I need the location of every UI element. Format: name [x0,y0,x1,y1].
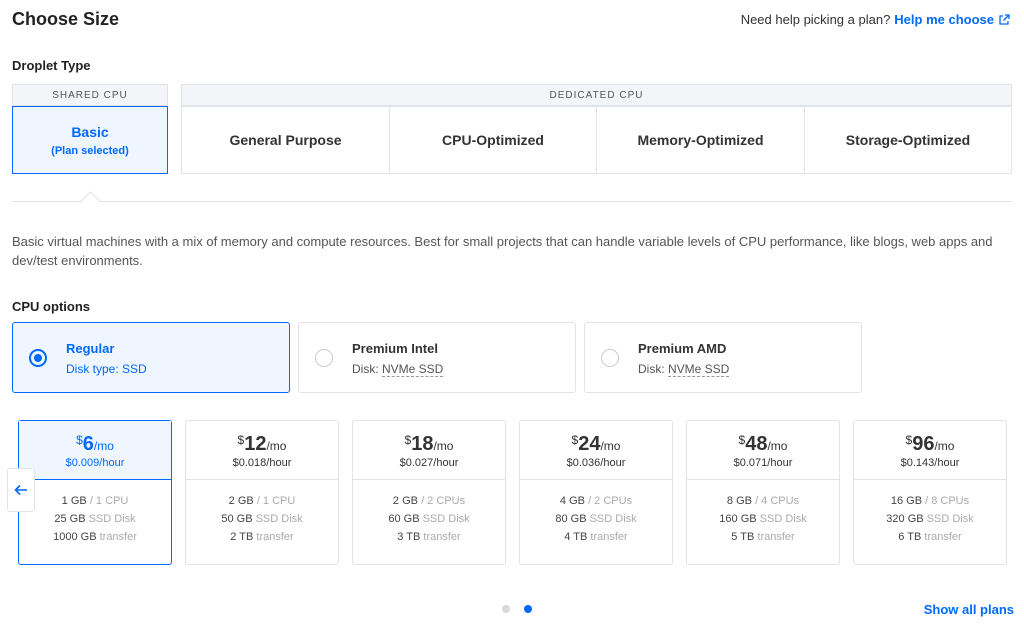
plan-memory-cpu: 2 GB / 1 CPU [228,495,296,507]
plan-transfer: 1000 GB transfer [53,531,137,543]
divider [12,201,1012,202]
help-prompt: Need help picking a plan? [740,12,891,27]
plan-transfer: 6 TB transfer [898,531,962,543]
cpu-option-name: Regular [66,341,115,356]
help-section: Need help picking a plan? Help me choose [741,12,1010,27]
plan-disk: 160 GB SSD Disk [719,513,807,525]
cpu-option-premium-intel[interactable]: Premium Intel Disk: NVMe SSD [298,322,576,393]
cpu-option-disk: Disk: NVMe SSD [638,362,730,377]
plan-card[interactable]: $12/mo $0.018/hour 2 GB / 1 CPU 50 GB SSD D… [185,420,339,565]
external-link-icon [999,14,1010,25]
cpu-option-regular[interactable]: Regular Disk type: SSD [12,322,290,393]
plan-hourly-price: $0.009/hour [65,457,125,469]
plan-card[interactable]: $96/mo $0.143/hour 16 GB / 8 CPUs 320 GB SS… [853,420,1007,565]
radio-selected-icon[interactable] [29,349,47,367]
plan-disk: 320 GB SSD Disk [886,513,974,525]
plan-memory-cpu: 8 GB / 4 CPUs [726,495,800,507]
plan-specs: 4 GB / 2 CPUs 80 GB SSD Disk 4 TB transfer [520,480,672,546]
plan-specs: 16 GB / 8 CPUs 320 GB SSD Disk 6 TB transf… [854,480,1006,546]
plan-hourly-price: $0.143/hour [900,457,960,469]
plan-memory-cpu: 1 GB / 1 CPU [61,495,129,507]
plan-specs: 8 GB / 4 CPUs 160 GB SSD Disk 5 TB transfe… [687,480,839,546]
plan-monthly-price: $96/mo [905,433,955,455]
plan-price-section: $24/mo $0.036/hour [520,421,672,480]
plan-disk: 60 GB SSD Disk [388,513,470,525]
cpu-options-label: CPU options [12,299,90,314]
page-title: Choose Size [12,9,120,29]
plan-card[interactable]: $18/mo $0.027/hour 2 GB / 2 CPUs 60 GB SSD … [352,420,506,565]
cpu-option-disk: Disk: NVMe SSD [352,362,444,377]
plan-specs: 2 GB / 1 CPU 50 GB SSD Disk 2 TB transfer [186,480,338,546]
plan-price-section: $12/mo $0.018/hour [186,421,338,480]
plan-disk: 80 GB SSD Disk [555,513,637,525]
tab-basic[interactable]: Basic (Plan selected) [12,106,168,174]
previous-plans-button[interactable] [7,468,35,512]
pagination-dot-1[interactable] [502,605,510,613]
plan-monthly-price: $48/mo [738,433,788,455]
plan-hourly-price: $0.027/hour [399,457,459,469]
plan-monthly-price: $18/mo [404,433,454,455]
radio-icon[interactable] [315,349,333,367]
tab-cpu-optimized[interactable]: CPU-Optimized [389,106,597,174]
plan-transfer: 3 TB transfer [397,531,461,543]
cpu-option-name: Premium AMD [638,341,727,356]
pagination-dot-2-active[interactable] [524,605,532,613]
plan-card[interactable]: $48/mo $0.071/hour 8 GB / 4 CPUs 160 GB SSD… [686,420,840,565]
plan-transfer: 4 TB transfer [564,531,628,543]
selection-pointer [81,191,100,210]
plan-disk: 25 GB SSD Disk [54,513,136,525]
plan-description: Basic virtual machines with a mix of mem… [12,234,993,268]
tab-storage-optimized[interactable]: Storage-Optimized [804,106,1012,174]
plan-monthly-price: $6/mo [76,433,114,455]
plan-monthly-price: $24/mo [571,433,621,455]
dedicated-cpu-header: DEDICATED CPU [181,84,1012,106]
plan-hourly-price: $0.036/hour [566,457,626,469]
radio-icon[interactable] [601,349,619,367]
plan-monthly-price: $12/mo [237,433,287,455]
show-all-plans-link[interactable]: Show all plans [924,602,1014,617]
plan-selected-label: (Plan selected) [51,144,129,157]
cpu-option-name: Premium Intel [352,341,438,356]
plan-card[interactable]: $24/mo $0.036/hour 4 GB / 2 CPUs 80 GB SSD … [519,420,673,565]
plan-hourly-price: $0.018/hour [232,457,292,469]
tab-general-purpose[interactable]: General Purpose [181,106,390,174]
plan-price-section: $18/mo $0.027/hour [353,421,505,480]
plan-specs: 1 GB / 1 CPU 25 GB SSD Disk 1000 GB transf… [19,480,171,546]
cpu-option-premium-amd[interactable]: Premium AMD Disk: NVMe SSD [584,322,862,393]
droplet-type-label: Droplet Type [12,58,91,73]
plan-memory-cpu: 16 GB / 8 CPUs [890,495,970,507]
plan-transfer: 2 TB transfer [230,531,294,543]
plan-price-section: $6/mo $0.009/hour [19,421,171,480]
plan-specs: 2 GB / 2 CPUs 60 GB SSD Disk 3 TB transfer [353,480,505,546]
help-me-choose-link[interactable]: Help me choose [894,12,1010,27]
plan-price-section: $96/mo $0.143/hour [854,421,1006,480]
plan-hourly-price: $0.071/hour [733,457,793,469]
plan-memory-cpu: 2 GB / 2 CPUs [392,495,466,507]
cpu-option-disk: Disk type: SSD [66,362,147,376]
basic-label: Basic [71,123,109,140]
plan-transfer: 5 TB transfer [731,531,795,543]
arrow-left-icon [14,484,27,496]
plan-memory-cpu: 4 GB / 2 CPUs [559,495,633,507]
plan-card[interactable]: $6/mo $0.009/hour 1 GB / 1 CPU 25 GB SSD Di… [18,420,172,565]
shared-cpu-header: SHARED CPU [12,84,168,106]
plan-price-section: $48/mo $0.071/hour [687,421,839,480]
plan-disk: 50 GB SSD Disk [221,513,303,525]
tab-memory-optimized[interactable]: Memory-Optimized [596,106,805,174]
